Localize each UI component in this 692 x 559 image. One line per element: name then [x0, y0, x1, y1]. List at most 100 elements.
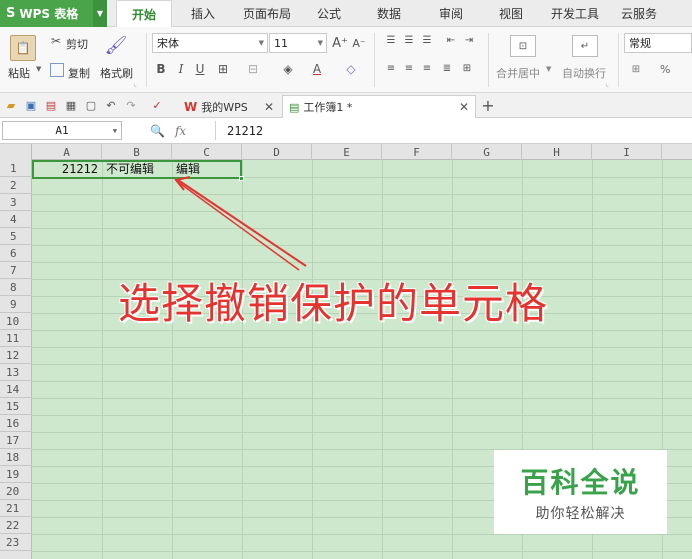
underline-icon[interactable]: U	[193, 61, 207, 77]
row-header[interactable]: 9	[0, 296, 32, 313]
column-header-f[interactable]: F	[382, 144, 452, 160]
tab-home[interactable]: 开始	[116, 0, 172, 28]
format-painter-button[interactable]: 格式刷	[100, 65, 133, 81]
font-color-icon[interactable]: A	[310, 61, 324, 77]
align-right-icon[interactable]: ≡	[420, 61, 434, 75]
justify-icon[interactable]: ≣	[440, 61, 454, 75]
customize-toolbar-icon[interactable]: ✓	[150, 98, 164, 112]
row-header[interactable]: 7	[0, 262, 32, 279]
print-icon[interactable]: ▦	[64, 98, 78, 112]
name-box[interactable]: A1 ▼	[2, 121, 122, 140]
redo-icon[interactable]: ↷	[124, 98, 138, 112]
row-header[interactable]: 14	[0, 381, 32, 398]
row-header[interactable]: 16	[0, 415, 32, 432]
fx-button[interactable]: fx	[175, 124, 186, 138]
new-tab-plus-icon[interactable]: +	[480, 96, 496, 115]
cut-button[interactable]: 剪切	[66, 36, 88, 52]
decrease-font-icon[interactable]: A⁻	[352, 35, 366, 51]
column-header-c[interactable]: C	[172, 144, 242, 160]
indent-increase-icon[interactable]: ⇥	[462, 33, 476, 47]
fill-handle[interactable]	[239, 176, 244, 181]
tab-data[interactable]: 数据	[366, 0, 412, 27]
paste-icon[interactable]: 📋	[10, 35, 36, 61]
column-header-b[interactable]: B	[102, 144, 172, 160]
close-icon[interactable]: ✕	[264, 100, 274, 114]
increase-font-icon[interactable]: A⁺	[332, 35, 348, 51]
column-header-h[interactable]: H	[522, 144, 592, 160]
row-header[interactable]: 13	[0, 364, 32, 381]
tab-developer[interactable]: 开发工具	[544, 0, 606, 27]
align-bottom-icon[interactable]: ☰	[420, 33, 434, 47]
merge-center-icon[interactable]: ⊡	[510, 35, 536, 57]
wrap-text-icon[interactable]: ↵	[572, 35, 598, 57]
clear-format-icon[interactable]: ◇	[344, 61, 358, 77]
indent-decrease-icon[interactable]: ⇤	[444, 33, 458, 47]
print-preview-icon[interactable]: ▢	[84, 98, 98, 112]
copy-button[interactable]: 复制	[68, 65, 90, 81]
row-header[interactable]: 1	[0, 160, 32, 177]
row-header[interactable]: 12	[0, 347, 32, 364]
currency-icon[interactable]: ⊞	[628, 61, 644, 77]
tab-page-layout[interactable]: 页面布局	[236, 0, 298, 27]
spreadsheet-grid[interactable]: A B C D E F G H I 1 2 3 4 5 6 7 8 9 10 1…	[0, 144, 692, 559]
close-icon[interactable]: ✕	[459, 100, 469, 114]
row-header[interactable]: 3	[0, 194, 32, 211]
tab-insert[interactable]: 插入	[180, 0, 226, 27]
open-folder-icon[interactable]: ▰	[4, 98, 18, 112]
doc-tab-workbook1[interactable]: ▤ 工作簿1 * ✕	[282, 95, 476, 118]
number-format-select[interactable]: 常规	[624, 33, 692, 53]
row-header[interactable]: 23	[0, 534, 32, 551]
cell-selection-range[interactable]	[32, 160, 242, 179]
row-header[interactable]: 17	[0, 432, 32, 449]
column-header-d[interactable]: D	[242, 144, 312, 160]
align-middle-icon[interactable]: ☰	[402, 33, 416, 47]
font-size-select[interactable]: 11 ▼	[269, 33, 327, 53]
chevron-down-icon[interactable]: ▼	[93, 0, 107, 27]
doc-tab-my-wps[interactable]: W 我的WPS ✕	[178, 95, 280, 118]
export-pdf-icon[interactable]: ▤	[44, 98, 58, 112]
paste-dropdown-icon[interactable]: ▼	[36, 65, 41, 73]
row-header[interactable]: 18	[0, 449, 32, 466]
formula-input[interactable]: 21212	[215, 121, 692, 140]
column-header-g[interactable]: G	[452, 144, 522, 160]
distributed-icon[interactable]: ⊞	[460, 61, 474, 75]
zoom-search-icon[interactable]: 🔍	[150, 124, 165, 138]
bold-icon[interactable]: B	[154, 61, 168, 77]
row-header[interactable]: 19	[0, 466, 32, 483]
align-top-icon[interactable]: ☰	[384, 33, 398, 47]
font-name-select[interactable]: 宋体 ▼	[152, 33, 268, 53]
merge-border-icon[interactable]: ⊟	[246, 61, 260, 77]
row-header[interactable]: 22	[0, 517, 32, 534]
column-header-i[interactable]: I	[592, 144, 662, 160]
tab-review[interactable]: 审阅	[428, 0, 474, 27]
clipboard-launcher-icon[interactable]: ⌞	[134, 81, 137, 88]
row-header[interactable]: 11	[0, 330, 32, 347]
fill-color-icon[interactable]: ◈	[280, 61, 296, 77]
undo-icon[interactable]: ↶	[104, 98, 118, 112]
chevron-down-icon[interactable]: ▼	[546, 65, 551, 73]
row-header[interactable]: 10	[0, 313, 32, 330]
wrap-text-button[interactable]: 自动换行	[562, 65, 606, 81]
paste-button[interactable]: 粘贴	[8, 65, 30, 81]
copy-icon[interactable]	[50, 63, 64, 77]
select-all-corner[interactable]	[0, 144, 32, 160]
row-header[interactable]: 5	[0, 228, 32, 245]
row-header[interactable]: 21	[0, 500, 32, 517]
align-left-icon[interactable]: ≡	[384, 61, 398, 75]
percent-button[interactable]: %	[660, 63, 670, 76]
tab-view[interactable]: 视图	[488, 0, 534, 27]
row-header[interactable]: 20	[0, 483, 32, 500]
column-header-a[interactable]: A	[32, 144, 102, 160]
align-center-icon[interactable]: ≡	[402, 61, 416, 75]
tab-cloud-services[interactable]: 云服务	[614, 0, 664, 27]
border-icon[interactable]: ⊞	[216, 61, 230, 77]
app-menu-button[interactable]: S WPS 表格 ▼	[0, 0, 107, 27]
merge-center-button[interactable]: 合并居中	[496, 65, 540, 81]
tab-formulas[interactable]: 公式	[306, 0, 352, 27]
format-painter-icon[interactable]: 🖌	[104, 33, 128, 57]
save-icon[interactable]: ▣	[24, 98, 38, 112]
scissors-icon[interactable]: ✂	[48, 33, 64, 49]
row-header[interactable]: 6	[0, 245, 32, 262]
row-header[interactable]: 15	[0, 398, 32, 415]
alignment-launcher-icon[interactable]: ⌞	[606, 81, 609, 88]
